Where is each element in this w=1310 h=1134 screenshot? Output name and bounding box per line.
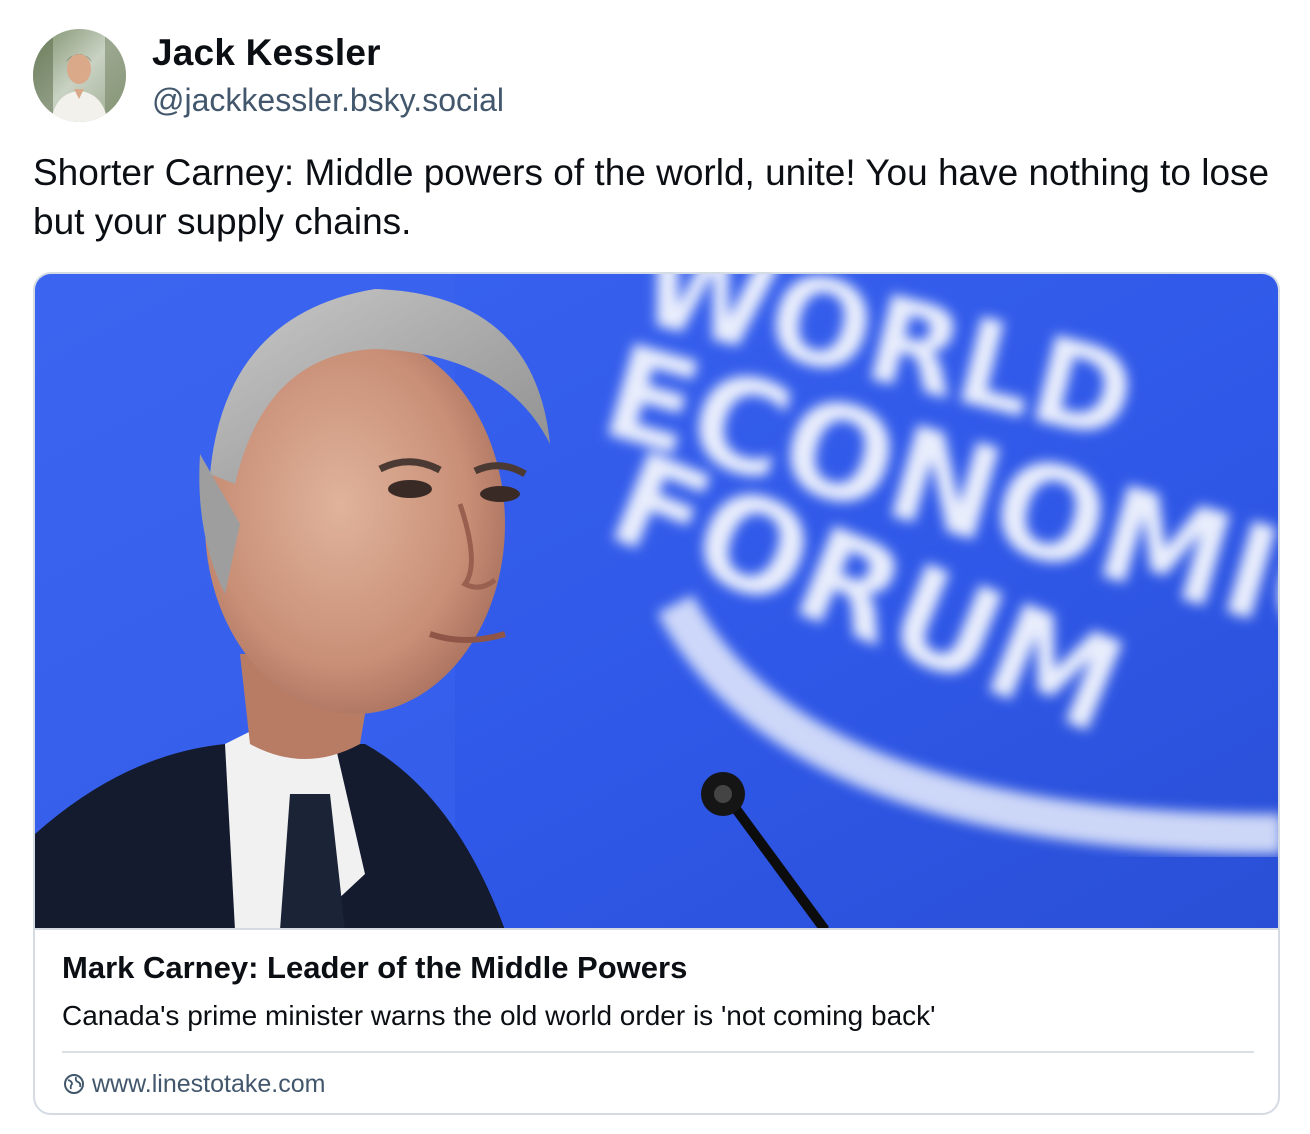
- link-preview-card[interactable]: WORLD ECONOMIC FORUM Mark Carney: Leader…: [33, 272, 1280, 1115]
- link-preview-divider: [62, 1051, 1254, 1053]
- author-display-name[interactable]: Jack Kessler: [152, 32, 381, 74]
- globe-icon: [62, 1072, 86, 1096]
- link-preview-domain-text: www.linestotake.com: [92, 1069, 326, 1098]
- link-preview-title[interactable]: Mark Carney: Leader of the Middle Powers: [62, 950, 687, 986]
- link-preview-image[interactable]: WORLD ECONOMIC FORUM: [35, 274, 1278, 930]
- link-preview-description: Canada's prime minister warns the old wo…: [62, 1000, 936, 1031]
- author-handle[interactable]: @jackkessler.bsky.social: [152, 82, 504, 119]
- avatar-photo: [33, 29, 126, 122]
- post-text: Shorter Carney: Middle powers of the wor…: [33, 152, 1270, 242]
- author-avatar[interactable]: [33, 29, 126, 122]
- speaker-photo: WORLD ECONOMIC FORUM: [35, 274, 1278, 928]
- post-card[interactable]: Jack Kessler @jackkessler.bsky.social Sh…: [0, 0, 1310, 1134]
- link-preview-domain[interactable]: www.linestotake.com: [62, 1069, 325, 1099]
